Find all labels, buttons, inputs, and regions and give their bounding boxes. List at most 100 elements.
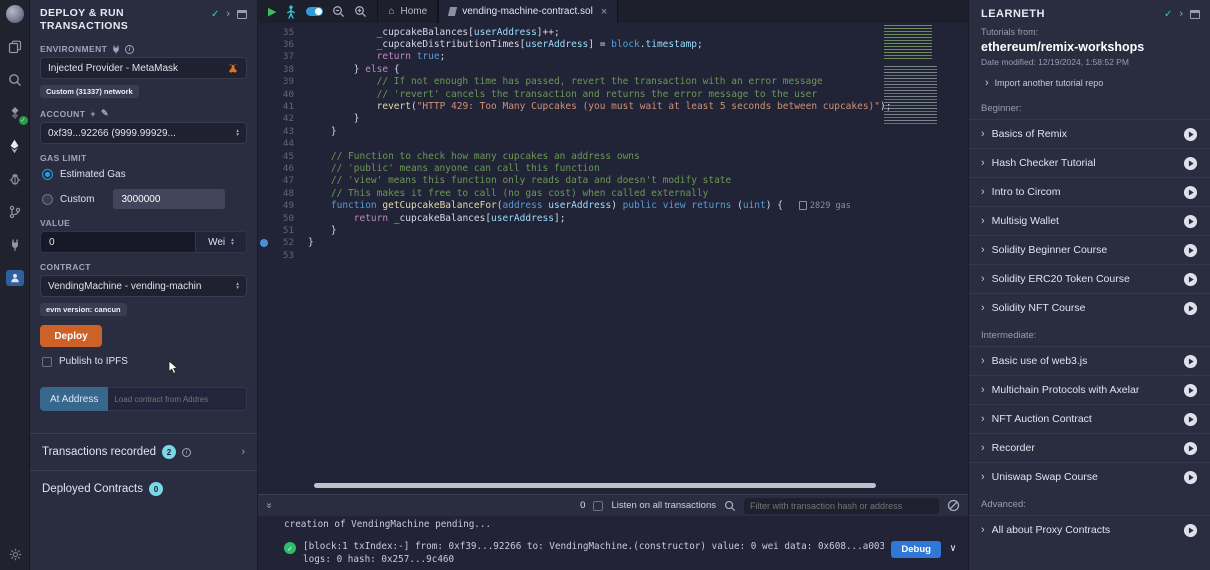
code-line[interactable]: 41 revert("HTTP 429: Too Many Cupcakes (… — [258, 100, 968, 112]
value-unit-select[interactable]: Wei ▴▾ — [195, 231, 247, 253]
value-input[interactable] — [40, 231, 195, 253]
git-button[interactable] — [4, 202, 26, 222]
breakpoint-dot[interactable] — [260, 239, 268, 247]
publish-ipfs-checkbox[interactable] — [42, 357, 52, 367]
tutorial-item[interactable]: ›Basics of Remix — [969, 119, 1210, 148]
tutorial-item[interactable]: ›All about Proxy Contracts — [969, 515, 1210, 544]
code-line[interactable]: 53 — [258, 249, 968, 261]
transactions-info-icon[interactable]: i — [182, 448, 191, 457]
clear-console-icon[interactable] — [947, 499, 960, 512]
play-circle-icon[interactable] — [1183, 301, 1198, 316]
accessibility-icon[interactable] — [285, 5, 297, 19]
code-line[interactable]: 35 _cupcakeBalances[userAddress]++; — [258, 26, 968, 38]
custom-gas-input[interactable] — [113, 189, 225, 209]
tab-home[interactable]: ⌂ Home — [377, 0, 438, 23]
terminal-filter-input[interactable] — [744, 498, 939, 514]
code-line[interactable]: 38 } else { — [258, 63, 968, 75]
play-circle-icon[interactable] — [1183, 441, 1198, 456]
environment-info-icon[interactable]: i — [125, 45, 134, 54]
remix-logo[interactable] — [4, 4, 26, 24]
minimap[interactable] — [884, 25, 940, 129]
play-circle-icon[interactable] — [1183, 354, 1198, 369]
environment-select[interactable]: Injected Provider - MetaMask — [40, 57, 247, 79]
horizontal-scrollbar[interactable] — [314, 483, 876, 488]
play-circle-icon[interactable] — [1183, 272, 1198, 287]
learneth-collapse-icon[interactable]: › — [1179, 8, 1183, 20]
settings-button[interactable] — [4, 544, 26, 564]
zoom-out-icon[interactable] — [332, 5, 345, 18]
tutorial-item[interactable]: ›Solidity Beginner Course — [969, 235, 1210, 264]
deploy-button[interactable]: Deploy — [40, 325, 102, 347]
tutorial-item[interactable]: ›Hash Checker Tutorial — [969, 148, 1210, 177]
solidity-compiler-button[interactable]: ✓ — [4, 103, 26, 123]
transactions-expand-icon[interactable]: › — [241, 446, 245, 458]
at-address-button[interactable]: At Address — [40, 387, 108, 411]
tutorial-item[interactable]: ›Basic use of web3.js — [969, 346, 1210, 375]
play-circle-icon[interactable] — [1183, 214, 1198, 229]
learneth-popout-icon[interactable] — [1190, 10, 1200, 19]
transactions-recorded-row[interactable]: Transactions recorded 2 i › — [30, 434, 257, 470]
at-address-input[interactable] — [108, 387, 247, 411]
run-script-icon[interactable]: ▶ — [268, 5, 276, 18]
sign-message-icon[interactable]: ✎ — [101, 108, 109, 119]
play-circle-icon[interactable] — [1183, 470, 1198, 485]
file-explorer-button[interactable] — [4, 37, 26, 57]
learneth-plugin-button[interactable] — [4, 268, 26, 288]
tutorial-item[interactable]: ›Multichain Protocols with Axelar — [969, 375, 1210, 404]
debugger-button[interactable] — [4, 169, 26, 189]
editor-toggle-switch[interactable] — [306, 7, 323, 16]
tutorial-item[interactable]: ›Intro to Circom — [969, 177, 1210, 206]
transaction-log-row[interactable]: ✓ [block:1 txIndex:-] from: 0xf39...9226… — [284, 541, 960, 566]
search-button[interactable] — [4, 70, 26, 90]
tutorial-item[interactable]: ›NFT Auction Contract — [969, 404, 1210, 433]
play-circle-icon[interactable] — [1183, 383, 1198, 398]
code-line[interactable]: 51 } — [258, 224, 968, 236]
zoom-in-icon[interactable] — [354, 5, 367, 18]
tutorial-item[interactable]: ›Recorder — [969, 433, 1210, 462]
code-line[interactable]: 37 return true; — [258, 51, 968, 63]
code-line[interactable]: 44 — [258, 138, 968, 150]
code-line[interactable]: 49 function getCupcakeBalanceFor(address… — [258, 199, 968, 211]
tutorial-item[interactable]: ›Solidity NFT Course — [969, 293, 1210, 322]
play-circle-icon[interactable] — [1183, 243, 1198, 258]
panel-collapse-icon[interactable]: › — [226, 8, 230, 20]
code-line[interactable]: 45 // Function to check how many cupcake… — [258, 150, 968, 162]
contract-select[interactable]: VendingMachine - vending-machin ▴▾ — [40, 275, 247, 297]
code-line[interactable]: 48 // This makes it free to call (no gas… — [258, 187, 968, 199]
deployed-contracts-row[interactable]: Deployed Contracts 0 — [30, 470, 257, 507]
play-circle-icon[interactable] — [1183, 185, 1198, 200]
plugin-manager-button[interactable] — [4, 235, 26, 255]
terminal-output[interactable]: creation of VendingMachine pending... ✓ … — [258, 516, 968, 570]
code-line[interactable]: 52} — [258, 237, 968, 249]
tab-contract-file[interactable]: vending-machine-contract.sol × — [438, 0, 618, 23]
tutorial-item[interactable]: ›Uniswap Swap Course — [969, 462, 1210, 491]
play-circle-icon[interactable] — [1183, 412, 1198, 427]
code-line[interactable]: 42 } — [258, 113, 968, 125]
play-circle-icon[interactable] — [1183, 523, 1198, 538]
import-tutorial-link[interactable]: › Import another tutorial repo — [985, 77, 1198, 89]
code-line[interactable]: 36 _cupcakeDistributionTimes[userAddress… — [258, 38, 968, 50]
code-editor[interactable]: 35 _cupcakeBalances[userAddress]++;36 _c… — [258, 23, 968, 494]
play-circle-icon[interactable] — [1183, 156, 1198, 171]
code-line[interactable]: 39 // If not enough time has passed, rev… — [258, 76, 968, 88]
debug-button[interactable]: Debug — [891, 541, 941, 558]
estimated-gas-radio[interactable] — [42, 169, 53, 180]
code-line[interactable]: 40 // 'revert' cancels the transaction a… — [258, 88, 968, 100]
tutorial-item[interactable]: ›Solidity ERC20 Token Course — [969, 264, 1210, 293]
deploy-run-button[interactable] — [4, 136, 26, 156]
code-line[interactable]: 50 return _cupcakeBalances[userAddress]; — [258, 212, 968, 224]
plug-icon[interactable] — [112, 45, 120, 54]
play-circle-icon[interactable] — [1183, 127, 1198, 142]
custom-gas-radio[interactable] — [42, 194, 53, 205]
tab-close-icon[interactable]: × — [601, 6, 607, 18]
code-line[interactable]: 46 // 'public' means anyone can call thi… — [258, 162, 968, 174]
panel-popout-icon[interactable] — [237, 10, 247, 19]
terminal-expand-icon[interactable]: » — [263, 503, 274, 509]
account-select[interactable]: 0xf39...92266 (9999.99929... ▴▾ — [40, 122, 247, 144]
add-account-icon[interactable]: + — [90, 109, 96, 119]
tutorial-item[interactable]: ›Multisig Wallet — [969, 206, 1210, 235]
code-line[interactable]: 47 // 'view' means this function only re… — [258, 175, 968, 187]
code-line[interactable]: 43 } — [258, 125, 968, 137]
listen-all-checkbox[interactable] — [593, 501, 603, 511]
tx-expand-icon[interactable]: ∨ — [950, 543, 956, 554]
